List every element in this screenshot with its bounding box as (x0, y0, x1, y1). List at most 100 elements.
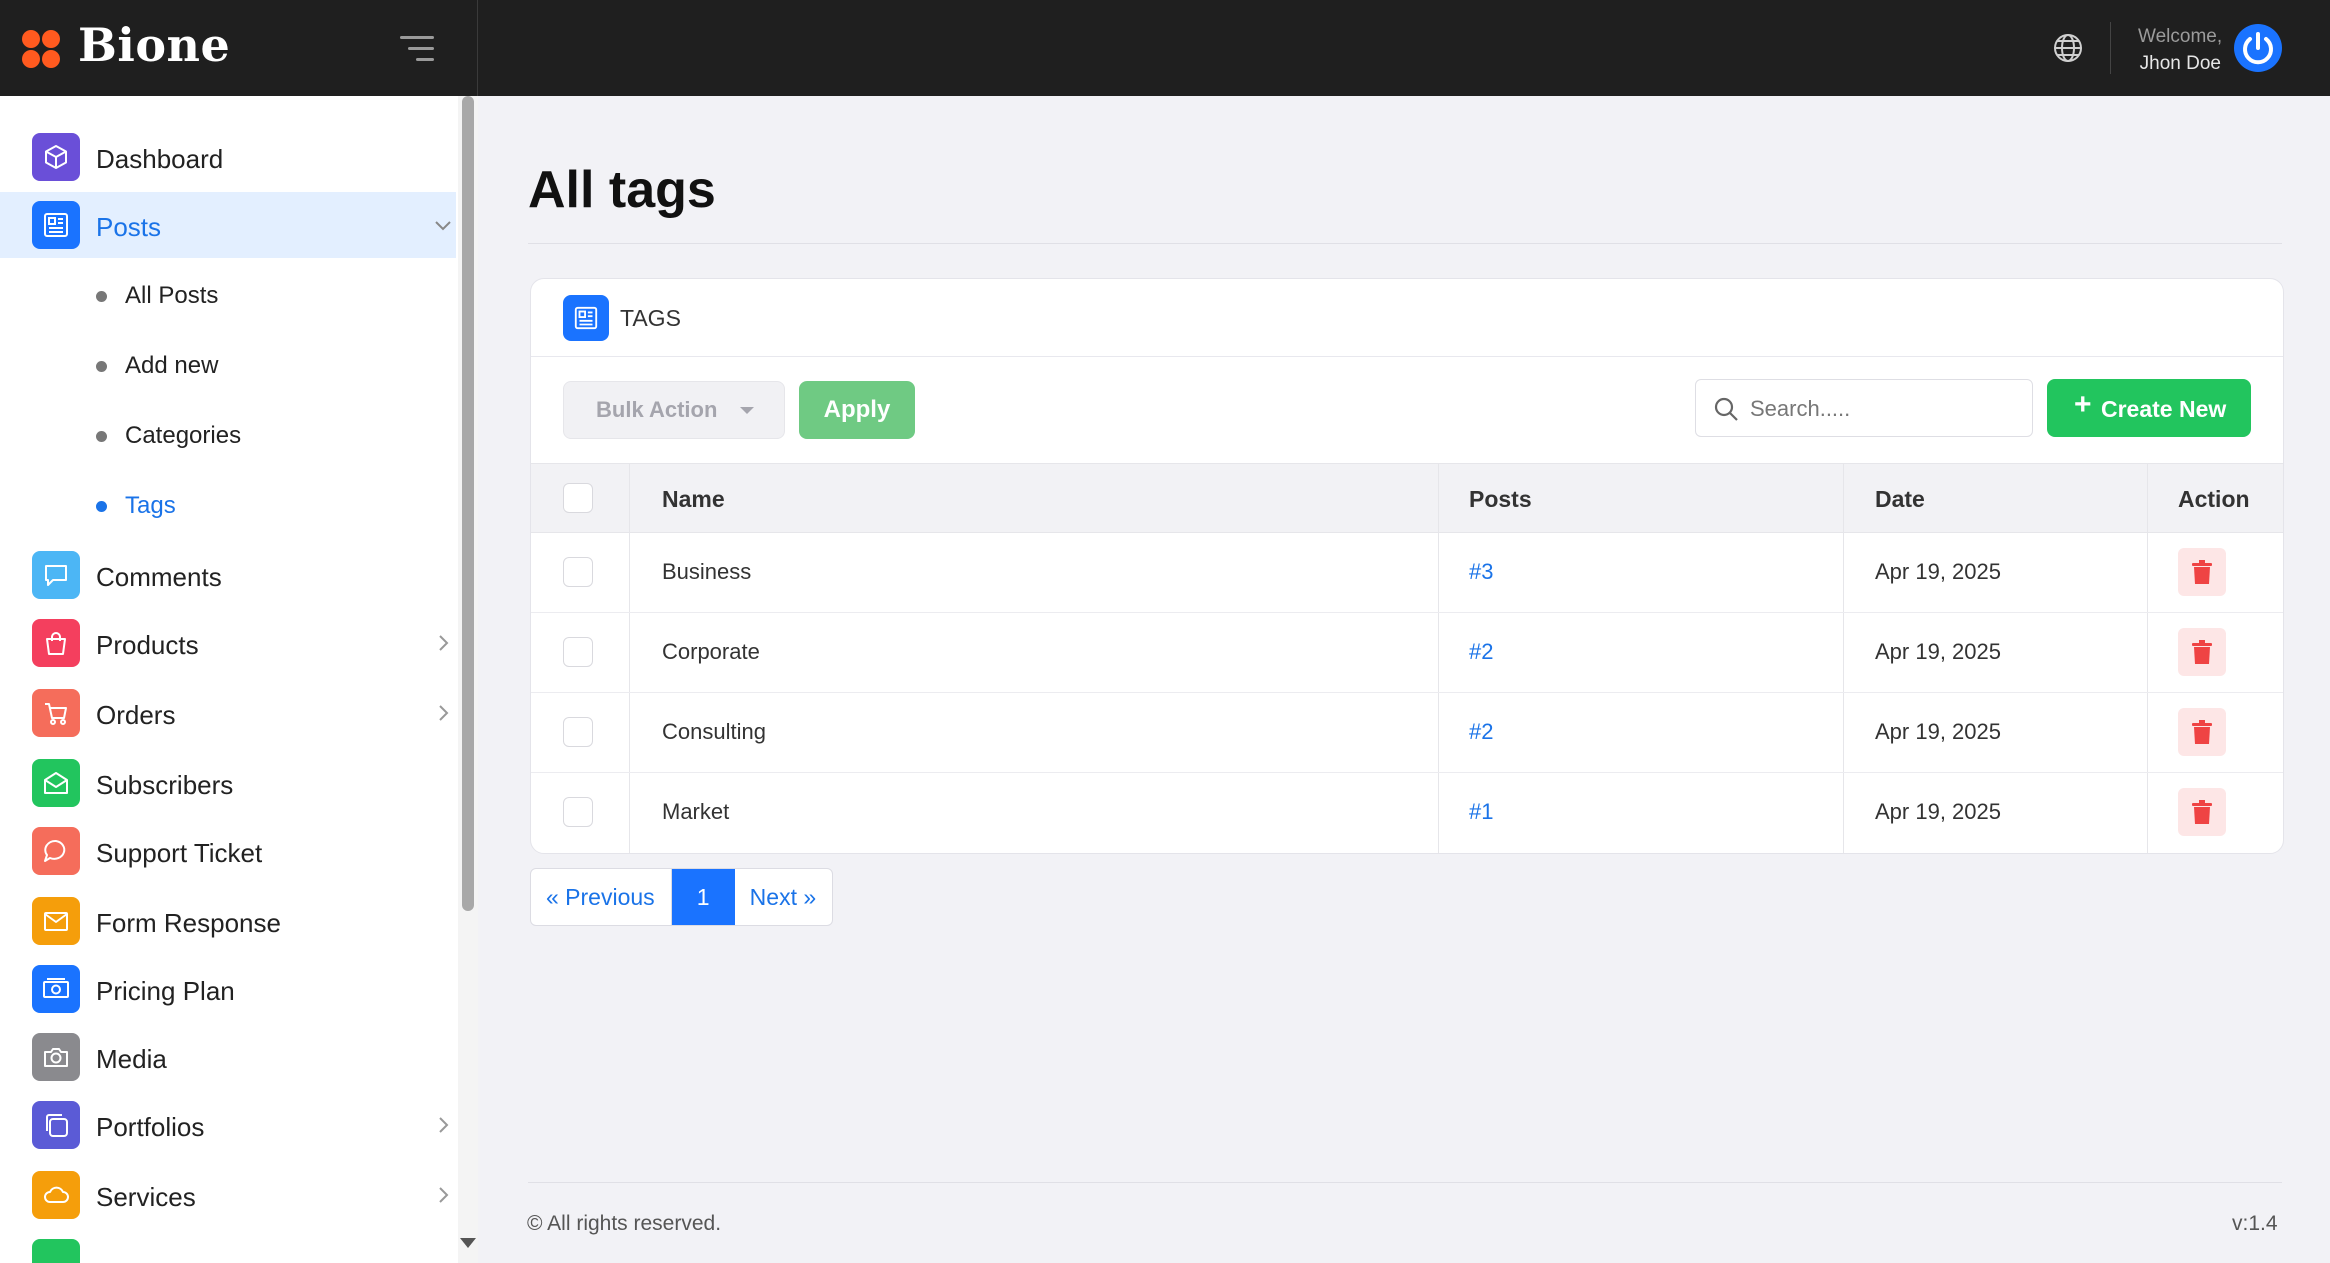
pagination-page-1[interactable]: 1 (671, 869, 735, 925)
table-header: Name Posts Date Action (531, 463, 2283, 533)
version-text: v:1.4 (2232, 1212, 2278, 1235)
folder-icon (32, 1239, 80, 1263)
delete-button[interactable] (2178, 788, 2226, 836)
copy-icon (32, 1101, 80, 1149)
bullet-icon (96, 501, 107, 512)
chevron-right-icon (439, 705, 449, 721)
table-row: Consulting #2 Apr 19, 2025 (531, 692, 2283, 773)
logo-icon (22, 30, 62, 70)
newspaper-icon (32, 201, 80, 249)
sidebar-item-label: Support Ticket (96, 838, 263, 868)
apply-button[interactable]: Apply (799, 381, 915, 439)
delete-button[interactable] (2178, 628, 2226, 676)
posts-count-link[interactable]: #1 (1469, 799, 1493, 825)
table-row: Corporate #2 Apr 19, 2025 (531, 612, 2283, 693)
sidebar-item-media[interactable]: Media (0, 1024, 456, 1090)
welcome-block: Welcome, Jhon Doe (2138, 26, 2222, 75)
sidebar-item-portfolios[interactable]: Portfolios (0, 1092, 456, 1158)
tag-date: Apr 19, 2025 (1875, 719, 2001, 744)
sidebar: Dashboard Posts All Posts Add new Catego… (0, 96, 478, 1263)
sidebar-item-pricing-plan[interactable]: Pricing Plan (0, 956, 456, 1022)
row-checkbox[interactable] (563, 557, 593, 587)
bullet-icon (96, 361, 107, 372)
trash-icon (2192, 800, 2212, 824)
camera-icon (32, 1033, 80, 1081)
sidebar-item-label: Services (96, 1182, 196, 1212)
divider (528, 243, 2282, 244)
sidebar-item-label: Comments (96, 562, 222, 592)
sidebar-item-label: Products (96, 630, 199, 660)
sidebar-item-dashboard[interactable]: Dashboard (0, 124, 456, 190)
sidebar-item-label: Portfolios (96, 1112, 205, 1142)
globe-icon[interactable] (2052, 32, 2084, 64)
cube-icon (32, 133, 80, 181)
sidebar-item-partial[interactable] (0, 1230, 456, 1263)
column-header-date: Date (1875, 486, 1925, 512)
delete-button[interactable] (2178, 708, 2226, 756)
column-header-action: Action (2178, 486, 2250, 512)
row-checkbox[interactable] (563, 797, 593, 827)
tag-date: Apr 19, 2025 (1875, 559, 2001, 584)
search-input[interactable] (1748, 392, 2022, 426)
pagination: « Previous 1 Next » (530, 868, 834, 926)
bulk-action-label: Bulk Action (596, 397, 718, 422)
chevron-right-icon (439, 1187, 449, 1203)
footer-divider (528, 1182, 2282, 1183)
sidebar-item-label: Posts (96, 212, 162, 242)
tag-date: Apr 19, 2025 (1875, 639, 2001, 664)
submenu-label: Tags (125, 492, 176, 519)
submenu-item-tags[interactable]: Tags (0, 480, 456, 530)
posts-count-link[interactable]: #3 (1469, 559, 1493, 585)
posts-count-link[interactable]: #2 (1469, 639, 1493, 665)
submenu-label: All Posts (125, 282, 219, 309)
posts-count-link[interactable]: #2 (1469, 719, 1493, 745)
trash-icon (2192, 560, 2212, 584)
table-row: Market #1 Apr 19, 2025 (531, 772, 2283, 852)
create-new-button[interactable]: + Create New (2047, 379, 2251, 437)
tags-card: TAGS Bulk Action Apply + Create New Name… (530, 278, 2284, 854)
sidebar-item-support-ticket[interactable]: Support Ticket (0, 818, 456, 884)
pagination-previous[interactable]: « Previous (531, 869, 672, 925)
card-title: TAGS (620, 305, 681, 331)
submenu-item-add-new[interactable]: Add new (0, 340, 456, 390)
submenu-label: Categories (125, 422, 242, 449)
row-checkbox[interactable] (563, 717, 593, 747)
row-checkbox[interactable] (563, 637, 593, 667)
bulk-action-select[interactable]: Bulk Action (563, 381, 785, 439)
bullet-icon (96, 431, 107, 442)
submenu-item-all-posts[interactable]: All Posts (0, 270, 456, 320)
top-bar: Bione Welcome, Jhon Doe (0, 0, 2330, 96)
copyright-text: © All rights reserved. (527, 1212, 722, 1235)
trash-icon (2192, 640, 2212, 664)
tag-name: Consulting (662, 719, 766, 744)
user-avatar-power-icon[interactable] (2234, 24, 2282, 72)
submenu-item-categories[interactable]: Categories (0, 410, 456, 460)
table-row: Business #3 Apr 19, 2025 (531, 532, 2283, 613)
chevron-down-icon (435, 221, 451, 231)
tag-name: Market (662, 799, 730, 824)
sidebar-item-label: Subscribers (96, 770, 234, 800)
sidebar-item-form-response[interactable]: Form Response (0, 888, 456, 954)
sidebar-item-subscribers[interactable]: Subscribers (0, 750, 456, 816)
select-all-checkbox[interactable] (563, 483, 593, 513)
sidebar-item-services[interactable]: Services (0, 1162, 456, 1228)
delete-button[interactable] (2178, 548, 2226, 596)
caret-down-icon (740, 407, 754, 414)
brand-name: Bione (78, 18, 231, 72)
menu-toggle-icon[interactable] (400, 36, 434, 62)
sidebar-item-posts[interactable]: Posts (0, 192, 456, 258)
search-box (1695, 379, 2033, 437)
sidebar-item-orders[interactable]: Orders (0, 680, 456, 746)
column-header-posts: Posts (1469, 486, 1532, 512)
pagination-next[interactable]: Next » (735, 869, 832, 925)
chevron-right-icon (439, 635, 449, 651)
sidebar-item-label: Orders (96, 700, 176, 730)
scroll-down-arrow-icon[interactable] (460, 1238, 476, 1248)
sidebar-item-comments[interactable]: Comments (0, 542, 456, 608)
sidebar-item-products[interactable]: Products (0, 610, 456, 676)
sidebar-scroll-thumb[interactable] (462, 96, 474, 911)
search-icon (1714, 397, 1738, 421)
submenu-label: Add new (125, 352, 219, 379)
chat-icon (32, 827, 80, 875)
page-title: All tags (528, 161, 716, 219)
